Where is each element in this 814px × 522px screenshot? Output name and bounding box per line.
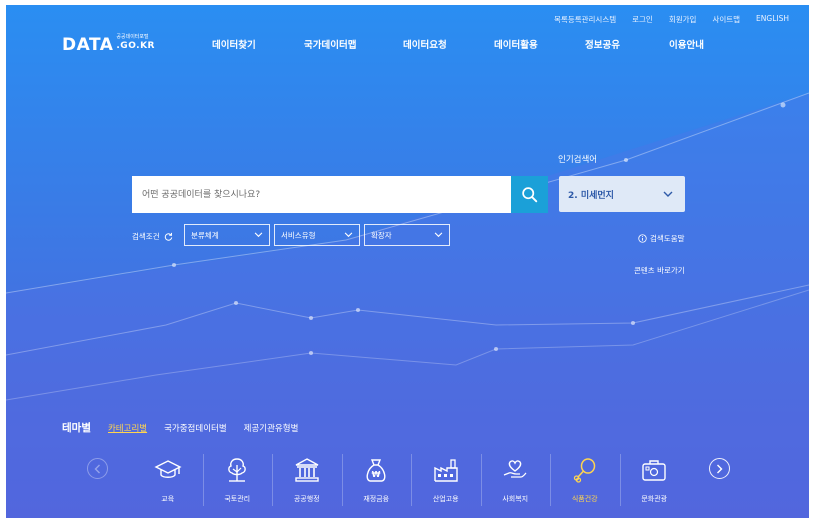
- info-circle-icon: [638, 234, 647, 243]
- background-graph-lines: [6, 92, 809, 518]
- logo-subtitle: 공공데이터포털: [116, 34, 149, 40]
- category-education[interactable]: 교육: [133, 448, 203, 512]
- main-navigation: 데이터찾기 국가데이터맵 데이터요청 데이터활용 정보공유 이용안내: [212, 37, 704, 51]
- theme-tabs: 테마별 카테고리별 국가중점데이터별 제공기관유형별: [62, 420, 315, 435]
- popular-search-value: 2. 미세먼지: [568, 190, 614, 201]
- graduation-cap-icon: [154, 460, 182, 478]
- site-logo[interactable]: DATA 공공데이터포털 .GO.KR: [62, 34, 155, 56]
- category-finance[interactable]: ₩ 재정금융: [341, 448, 412, 512]
- search-condition-label: 검색조건: [132, 232, 160, 241]
- utility-link[interactable]: 목록등록관리시스템: [554, 14, 616, 25]
- search-button[interactable]: [511, 176, 548, 213]
- suitcase-icon: [642, 460, 666, 481]
- refresh-icon: [164, 232, 172, 241]
- search-icon: [522, 187, 538, 203]
- service-type-select[interactable]: 서비스유형: [274, 224, 360, 246]
- utility-menu: 목록등록관리시스템 로그인 회원가입 사이트맵 ENGLISH: [554, 14, 789, 25]
- classification-select[interactable]: 분류체계: [184, 224, 270, 246]
- chevron-right-icon: [717, 464, 723, 473]
- category-next-button[interactable]: [709, 458, 730, 479]
- money-bag-icon: ₩: [366, 459, 386, 482]
- search-condition[interactable]: 검색조건: [132, 231, 173, 242]
- chicken-leg-icon: [573, 458, 595, 483]
- factory-icon: [434, 459, 458, 482]
- contents-shortcut-link[interactable]: 콘텐츠 바로가기: [634, 265, 685, 276]
- nav-item-data-use[interactable]: 데이터활용: [494, 37, 585, 51]
- tab-category[interactable]: 카테고리별: [108, 422, 147, 434]
- category-public-administration[interactable]: 공공행정: [272, 448, 342, 512]
- chevron-left-icon: [94, 464, 100, 473]
- chevron-down-icon: [663, 191, 673, 197]
- chevron-down-icon: [254, 232, 263, 238]
- chevron-down-icon: [434, 232, 443, 238]
- svg-text:₩: ₩: [372, 470, 381, 479]
- search-input[interactable]: [132, 176, 512, 213]
- heart-hand-icon: [504, 460, 527, 478]
- chevron-down-icon: [344, 232, 353, 238]
- category-land-management[interactable]: 국토관리: [202, 448, 273, 512]
- tab-provider-type[interactable]: 제공기관유형별: [244, 422, 299, 434]
- category-culture-tourism[interactable]: 문화관광: [619, 448, 690, 512]
- nav-item-national-data-map[interactable]: 국가데이터맵: [304, 37, 403, 51]
- nav-item-find-data[interactable]: 데이터찾기: [212, 37, 304, 51]
- signup-link[interactable]: 회원가입: [669, 14, 697, 25]
- category-food-health[interactable]: 식품건강: [550, 448, 620, 512]
- logo-domain: .GO.KR: [116, 41, 155, 51]
- tab-national-key-data[interactable]: 국가중점데이터별: [164, 422, 227, 434]
- search-help-link[interactable]: 검색도움말: [638, 233, 685, 244]
- extension-select[interactable]: 확장자: [364, 224, 450, 246]
- logo-main-text: DATA: [62, 35, 114, 55]
- category-list: 교육 국토관리 공공행정 ₩ 재정금융 산업고용 사회복지 식품건강 문화관광: [133, 448, 689, 512]
- category-social-welfare[interactable]: 사회복지: [480, 448, 551, 512]
- main-visual: 목록등록관리시스템 로그인 회원가입 사이트맵 ENGLISH DATA 공공데…: [6, 5, 809, 518]
- nav-item-guide[interactable]: 이용안내: [669, 37, 704, 51]
- login-link[interactable]: 로그인: [632, 14, 653, 25]
- sitemap-link[interactable]: 사이트맵: [712, 14, 740, 25]
- category-prev-button[interactable]: [87, 458, 108, 479]
- category-industry-employment[interactable]: 산업고용: [411, 448, 481, 512]
- popular-search-label: 인기검색어: [558, 155, 598, 165]
- nav-item-info-share[interactable]: 정보공유: [585, 37, 669, 51]
- english-link[interactable]: ENGLISH: [756, 14, 789, 25]
- theme-tabs-title: 테마별: [62, 422, 91, 434]
- government-building-icon: [295, 458, 319, 482]
- tree-icon: [228, 458, 247, 482]
- popular-search-dropdown[interactable]: 2. 미세먼지: [559, 176, 685, 212]
- nav-item-data-request[interactable]: 데이터요청: [403, 37, 494, 51]
